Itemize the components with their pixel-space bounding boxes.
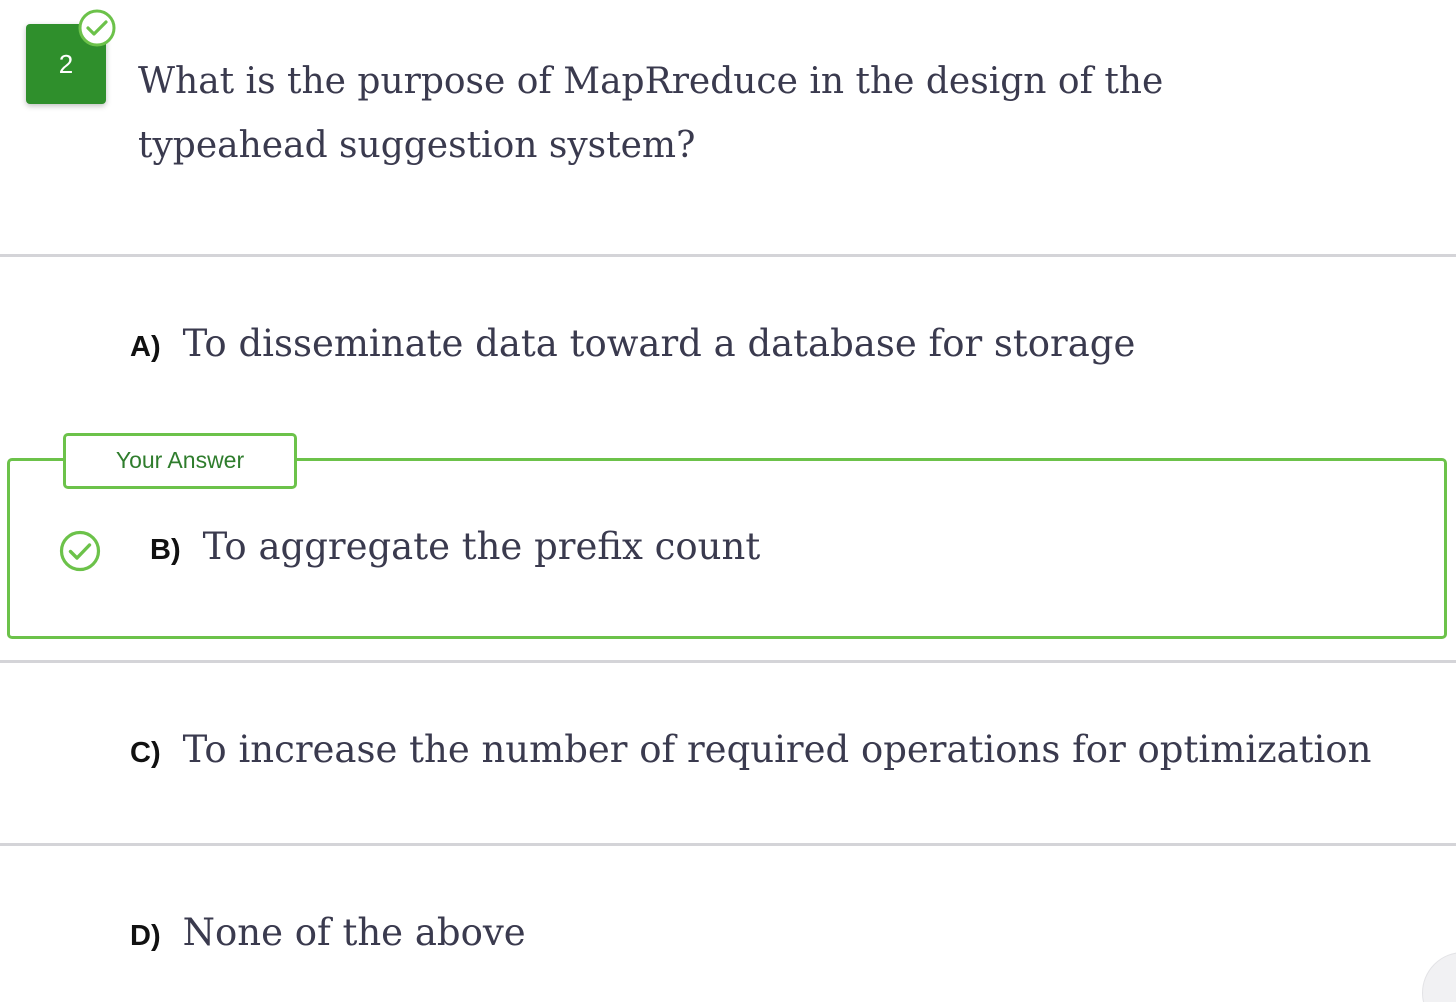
divider	[0, 843, 1456, 846]
option-text: To disseminate data toward a database fo…	[182, 322, 1136, 365]
option-text: To increase the number of required opera…	[182, 728, 1372, 771]
question-number: 2	[58, 48, 74, 79]
option-c[interactable]: C) To increase the number of required op…	[130, 728, 1371, 771]
option-a[interactable]: A) To disseminate data toward a database…	[130, 322, 1135, 365]
option-b[interactable]: B) To aggregate the prefix count	[150, 525, 760, 568]
option-letter: A)	[130, 331, 161, 363]
check-circle-icon	[78, 9, 116, 47]
divider	[0, 254, 1456, 257]
your-answer-tag: Your Answer	[63, 433, 297, 489]
check-circle-icon	[59, 530, 101, 572]
option-d[interactable]: D) None of the above	[130, 911, 526, 954]
option-text: None of the above	[182, 911, 526, 954]
option-letter: B)	[150, 534, 181, 566]
divider	[0, 660, 1456, 663]
option-text: To aggregate the prefix count	[202, 525, 761, 568]
floating-action-button[interactable]	[1422, 952, 1456, 1002]
option-letter: C)	[130, 737, 161, 769]
question-text: What is the purpose of MapRreduce in the…	[138, 61, 1164, 166]
option-letter: D)	[130, 920, 161, 952]
